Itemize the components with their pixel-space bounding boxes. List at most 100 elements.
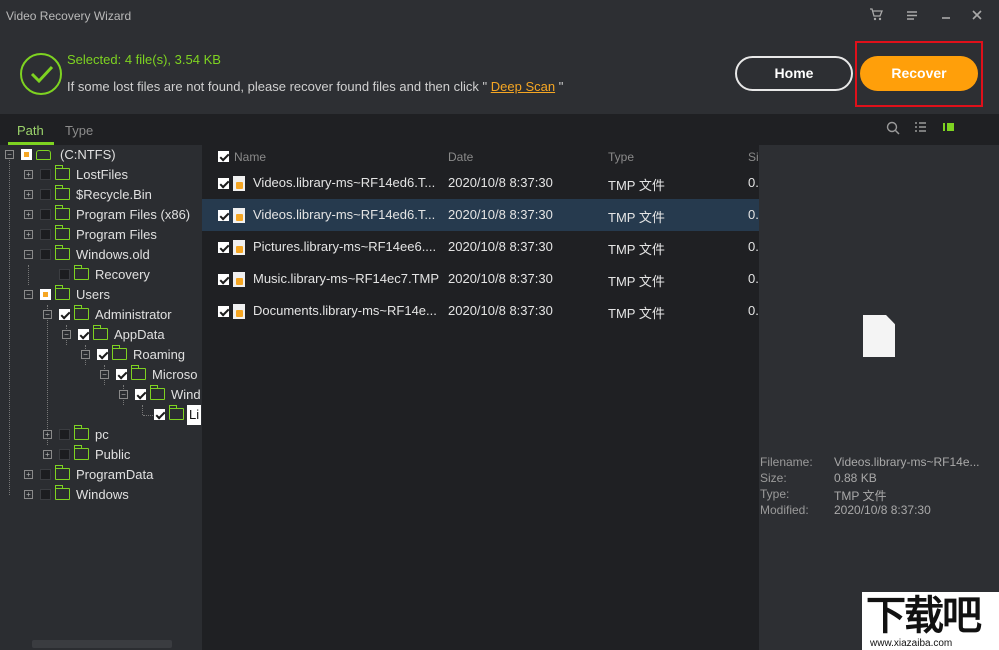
table-row-selected[interactable]: Videos.library-ms~RF14ed6.T... 2020/10/8…: [202, 199, 759, 231]
tree-checkbox[interactable]: [59, 429, 70, 440]
column-type[interactable]: Type: [608, 150, 634, 164]
tree-item-users[interactable]: − Users: [0, 285, 202, 305]
table-row[interactable]: Documents.library-ms~RF14e... 2020/10/8 …: [202, 295, 759, 327]
tree-checkbox[interactable]: [40, 489, 51, 500]
table-row[interactable]: Music.library-ms~RF14ec7.TMP 2020/10/8 8…: [202, 263, 759, 295]
collapse-icon[interactable]: −: [24, 250, 33, 259]
tree-checkbox[interactable]: [40, 229, 51, 240]
tree-checkbox[interactable]: [59, 449, 70, 460]
file-size: 0.: [748, 303, 759, 318]
minimize-icon[interactable]: [937, 8, 955, 26]
drive-icon: [36, 150, 51, 160]
tree-root-drive[interactable]: − (C:NTFS): [0, 145, 202, 165]
table-row[interactable]: Pictures.library-ms~RF14ee6.... 2020/10/…: [202, 231, 759, 263]
tree-checkbox[interactable]: [59, 269, 70, 280]
column-date[interactable]: Date: [448, 150, 473, 164]
expand-icon[interactable]: +: [24, 210, 33, 219]
tree-label: Recovery: [95, 267, 150, 282]
tree-item-windows-sub[interactable]: − Wind: [0, 385, 202, 405]
tree-item-pc[interactable]: + pc: [0, 425, 202, 445]
tree-horizontal-scrollbar[interactable]: [32, 640, 172, 648]
tree-item-recovery[interactable]: Recovery: [0, 265, 202, 285]
cart-icon[interactable]: [867, 8, 885, 26]
tree-item-public[interactable]: + Public: [0, 445, 202, 465]
tree-checkbox[interactable]: [40, 249, 51, 260]
file-date: 2020/10/8 8:37:30: [448, 303, 553, 318]
close-icon[interactable]: [968, 8, 986, 26]
tree-checkbox[interactable]: [40, 289, 51, 300]
tree-item-recycle-bin[interactable]: + $Recycle.Bin: [0, 185, 202, 205]
tree-checkbox[interactable]: [116, 369, 127, 380]
recover-button[interactable]: Recover: [860, 56, 978, 91]
tab-path[interactable]: Path: [17, 123, 44, 138]
file-size: 0.: [748, 207, 759, 222]
row-checkbox[interactable]: [218, 274, 229, 285]
expand-icon[interactable]: +: [43, 430, 52, 439]
tree-item-roaming[interactable]: − Roaming: [0, 345, 202, 365]
deep-scan-link[interactable]: Deep Scan: [491, 79, 555, 94]
tree-item-lostfiles[interactable]: + LostFiles: [0, 165, 202, 185]
tree-label: Microso: [152, 367, 198, 382]
tree-checkbox[interactable]: [40, 469, 51, 480]
tree-item-administrator[interactable]: − Administrator: [0, 305, 202, 325]
column-name[interactable]: Name: [234, 150, 266, 164]
collapse-icon[interactable]: −: [24, 290, 33, 299]
tree-item-libraries[interactable]: Li: [0, 405, 202, 425]
tree-label: Windows.old: [76, 247, 150, 262]
collapse-icon[interactable]: −: [43, 310, 52, 319]
scan-result-header: Selected: 4 file(s), 3.54 KB If some los…: [0, 34, 999, 114]
expand-icon[interactable]: +: [43, 450, 52, 459]
tree-checkbox[interactable]: [21, 149, 32, 160]
collapse-icon[interactable]: −: [100, 370, 109, 379]
app-title: Video Recovery Wizard: [6, 9, 132, 23]
tmp-file-icon: [233, 240, 245, 255]
detail-view-icon[interactable]: [940, 121, 956, 137]
file-name: Videos.library-ms~RF14ed6.T...: [253, 207, 436, 222]
file-type: TMP 文件: [608, 210, 665, 225]
search-icon[interactable]: [885, 121, 901, 137]
tree-checkbox[interactable]: [154, 409, 165, 420]
expand-icon[interactable]: +: [24, 190, 33, 199]
folder-tree: − (C:NTFS) + LostFiles + $Recycle.Bin + …: [0, 145, 202, 650]
table-row[interactable]: Videos.library-ms~RF14ed6.T... 2020/10/8…: [202, 167, 759, 199]
tmp-file-icon: [233, 304, 245, 319]
column-size[interactable]: Si: [748, 150, 759, 164]
tree-checkbox[interactable]: [97, 349, 108, 360]
row-checkbox[interactable]: [218, 178, 229, 189]
tree-checkbox[interactable]: [40, 169, 51, 180]
tree-checkbox[interactable]: [59, 309, 70, 320]
collapse-icon[interactable]: −: [119, 390, 128, 399]
select-all-checkbox[interactable]: [218, 151, 229, 162]
expand-icon[interactable]: +: [24, 170, 33, 179]
tree-item-appdata[interactable]: − AppData: [0, 325, 202, 345]
tree-item-program-files[interactable]: + Program Files: [0, 225, 202, 245]
tree-item-program-files-x86[interactable]: + Program Files (x86): [0, 205, 202, 225]
tree-label: (C:NTFS): [60, 147, 116, 162]
expand-icon[interactable]: +: [24, 470, 33, 479]
tab-type[interactable]: Type: [65, 123, 93, 138]
tree-item-programdata[interactable]: + ProgramData: [0, 465, 202, 485]
menu-icon[interactable]: [903, 8, 921, 26]
tree-item-microsoft[interactable]: − Microso: [0, 365, 202, 385]
type-value: TMP 文件: [834, 489, 887, 503]
row-checkbox[interactable]: [218, 210, 229, 221]
collapse-icon[interactable]: −: [5, 150, 14, 159]
collapse-icon[interactable]: −: [81, 350, 90, 359]
tree-item-windows-old[interactable]: − Windows.old: [0, 245, 202, 265]
home-button[interactable]: Home: [735, 56, 853, 91]
collapse-icon[interactable]: −: [62, 330, 71, 339]
tree-checkbox[interactable]: [78, 329, 89, 340]
row-checkbox[interactable]: [218, 242, 229, 253]
expand-icon[interactable]: +: [24, 490, 33, 499]
row-checkbox[interactable]: [218, 306, 229, 317]
tree-label: Wind: [171, 387, 201, 402]
tree-checkbox[interactable]: [135, 389, 146, 400]
tree-checkbox[interactable]: [40, 189, 51, 200]
tree-item-windows[interactable]: + Windows: [0, 485, 202, 505]
tree-label: AppData: [114, 327, 165, 342]
tree-checkbox[interactable]: [40, 209, 51, 220]
file-list-header: Name Date Type Si: [202, 145, 759, 169]
list-view-icon[interactable]: [912, 121, 928, 137]
file-name: Pictures.library-ms~RF14ee6....: [253, 239, 437, 254]
expand-icon[interactable]: +: [24, 230, 33, 239]
